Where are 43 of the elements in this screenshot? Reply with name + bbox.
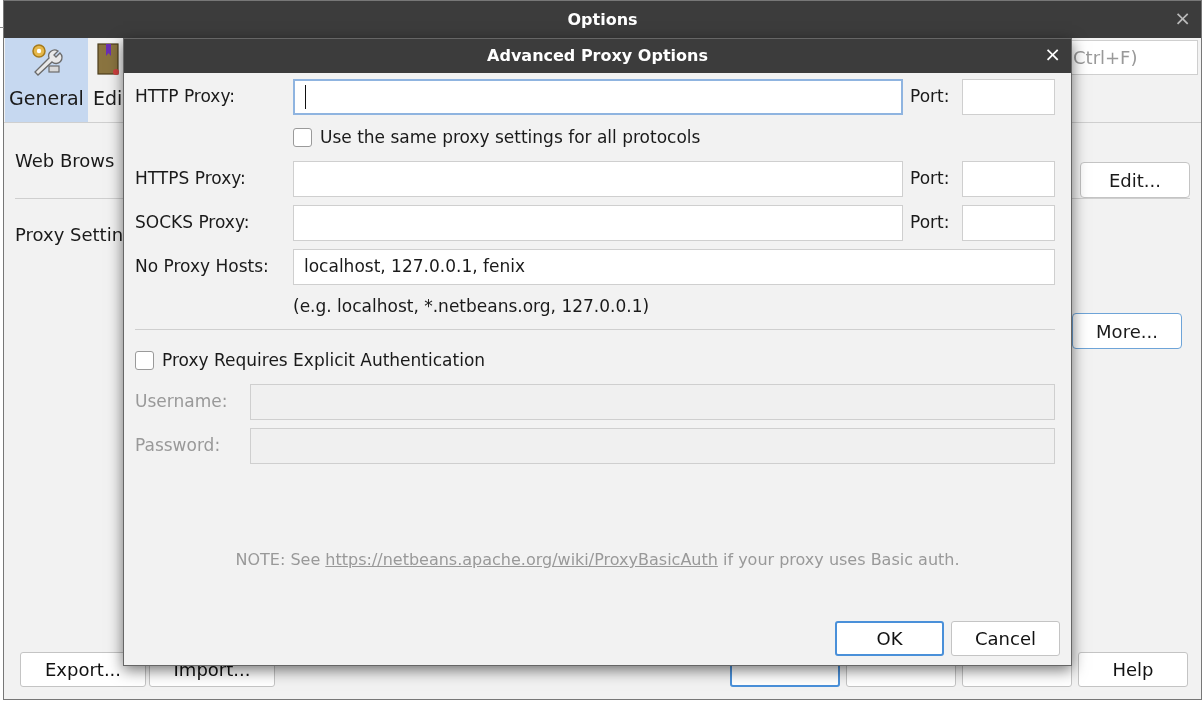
port-input-field[interactable] (962, 161, 1055, 197)
checkbox-label: Use the same proxy settings for all protocols (320, 126, 701, 149)
field-label: HTTPS Proxy: (135, 167, 247, 191)
category-tab[interactable]: Edi (88, 38, 127, 122)
field-label: SOCKS Proxy: (135, 211, 251, 235)
proxy-input-field[interactable] (293, 79, 903, 115)
note-text: NOTE: See https://netbeans.apache.org/wiki/ProxyBasicAuth if your proxy uses Basic auth. (234, 549, 961, 571)
close-icon[interactable]: × (1044, 44, 1061, 64)
field-label: Port: (910, 85, 951, 109)
port-input-field[interactable] (962, 79, 1055, 115)
section-label: Web Brows (15, 149, 115, 173)
hint-text: (e.g. localhost, *.netbeans.org, 127.0.0.1) (292, 295, 651, 318)
dialog-button[interactable]: Cancel (951, 621, 1060, 656)
proxy-input-field[interactable] (293, 161, 903, 197)
category-tab[interactable]: General (5, 38, 88, 122)
no-proxy-hosts-field[interactable]: localhost, 127.0.0.1, fenix (293, 249, 1055, 285)
settings-button[interactable]: More... (1072, 313, 1182, 349)
dialog-title: Advanced Proxy Options (487, 45, 708, 67)
field-label: Port: (910, 167, 951, 191)
section-label: Proxy Settin (15, 223, 124, 247)
window-title: Options (567, 8, 638, 31)
field-label: No Proxy Hosts: (135, 255, 270, 279)
gear-wrench-icon (29, 41, 64, 76)
field-label: Port: (910, 211, 951, 235)
tab-label: Edi (92, 85, 123, 111)
checkbox[interactable] (293, 128, 312, 148)
settings-button[interactable]: Edit... (1080, 162, 1190, 198)
checkbox[interactable] (135, 350, 154, 370)
credential-input-field[interactable] (250, 384, 1055, 420)
credential-input-field[interactable] (250, 428, 1055, 464)
proxy-input-field[interactable] (293, 205, 903, 241)
footer-button[interactable]: Export... (20, 651, 146, 687)
book-icon (96, 41, 119, 76)
tab-label: General (9, 85, 84, 111)
dialog-button[interactable]: OK (835, 621, 944, 656)
field-label: Username: (135, 390, 229, 414)
footer-button[interactable]: Help (1078, 651, 1188, 687)
port-input-field[interactable] (962, 205, 1055, 241)
checkbox-label: Proxy Requires Explicit Authentication (162, 348, 486, 372)
close-icon[interactable]: × (1174, 8, 1191, 28)
text-cursor (305, 85, 306, 109)
field-label: HTTP Proxy: (135, 85, 236, 109)
field-label: Password: (135, 434, 222, 458)
